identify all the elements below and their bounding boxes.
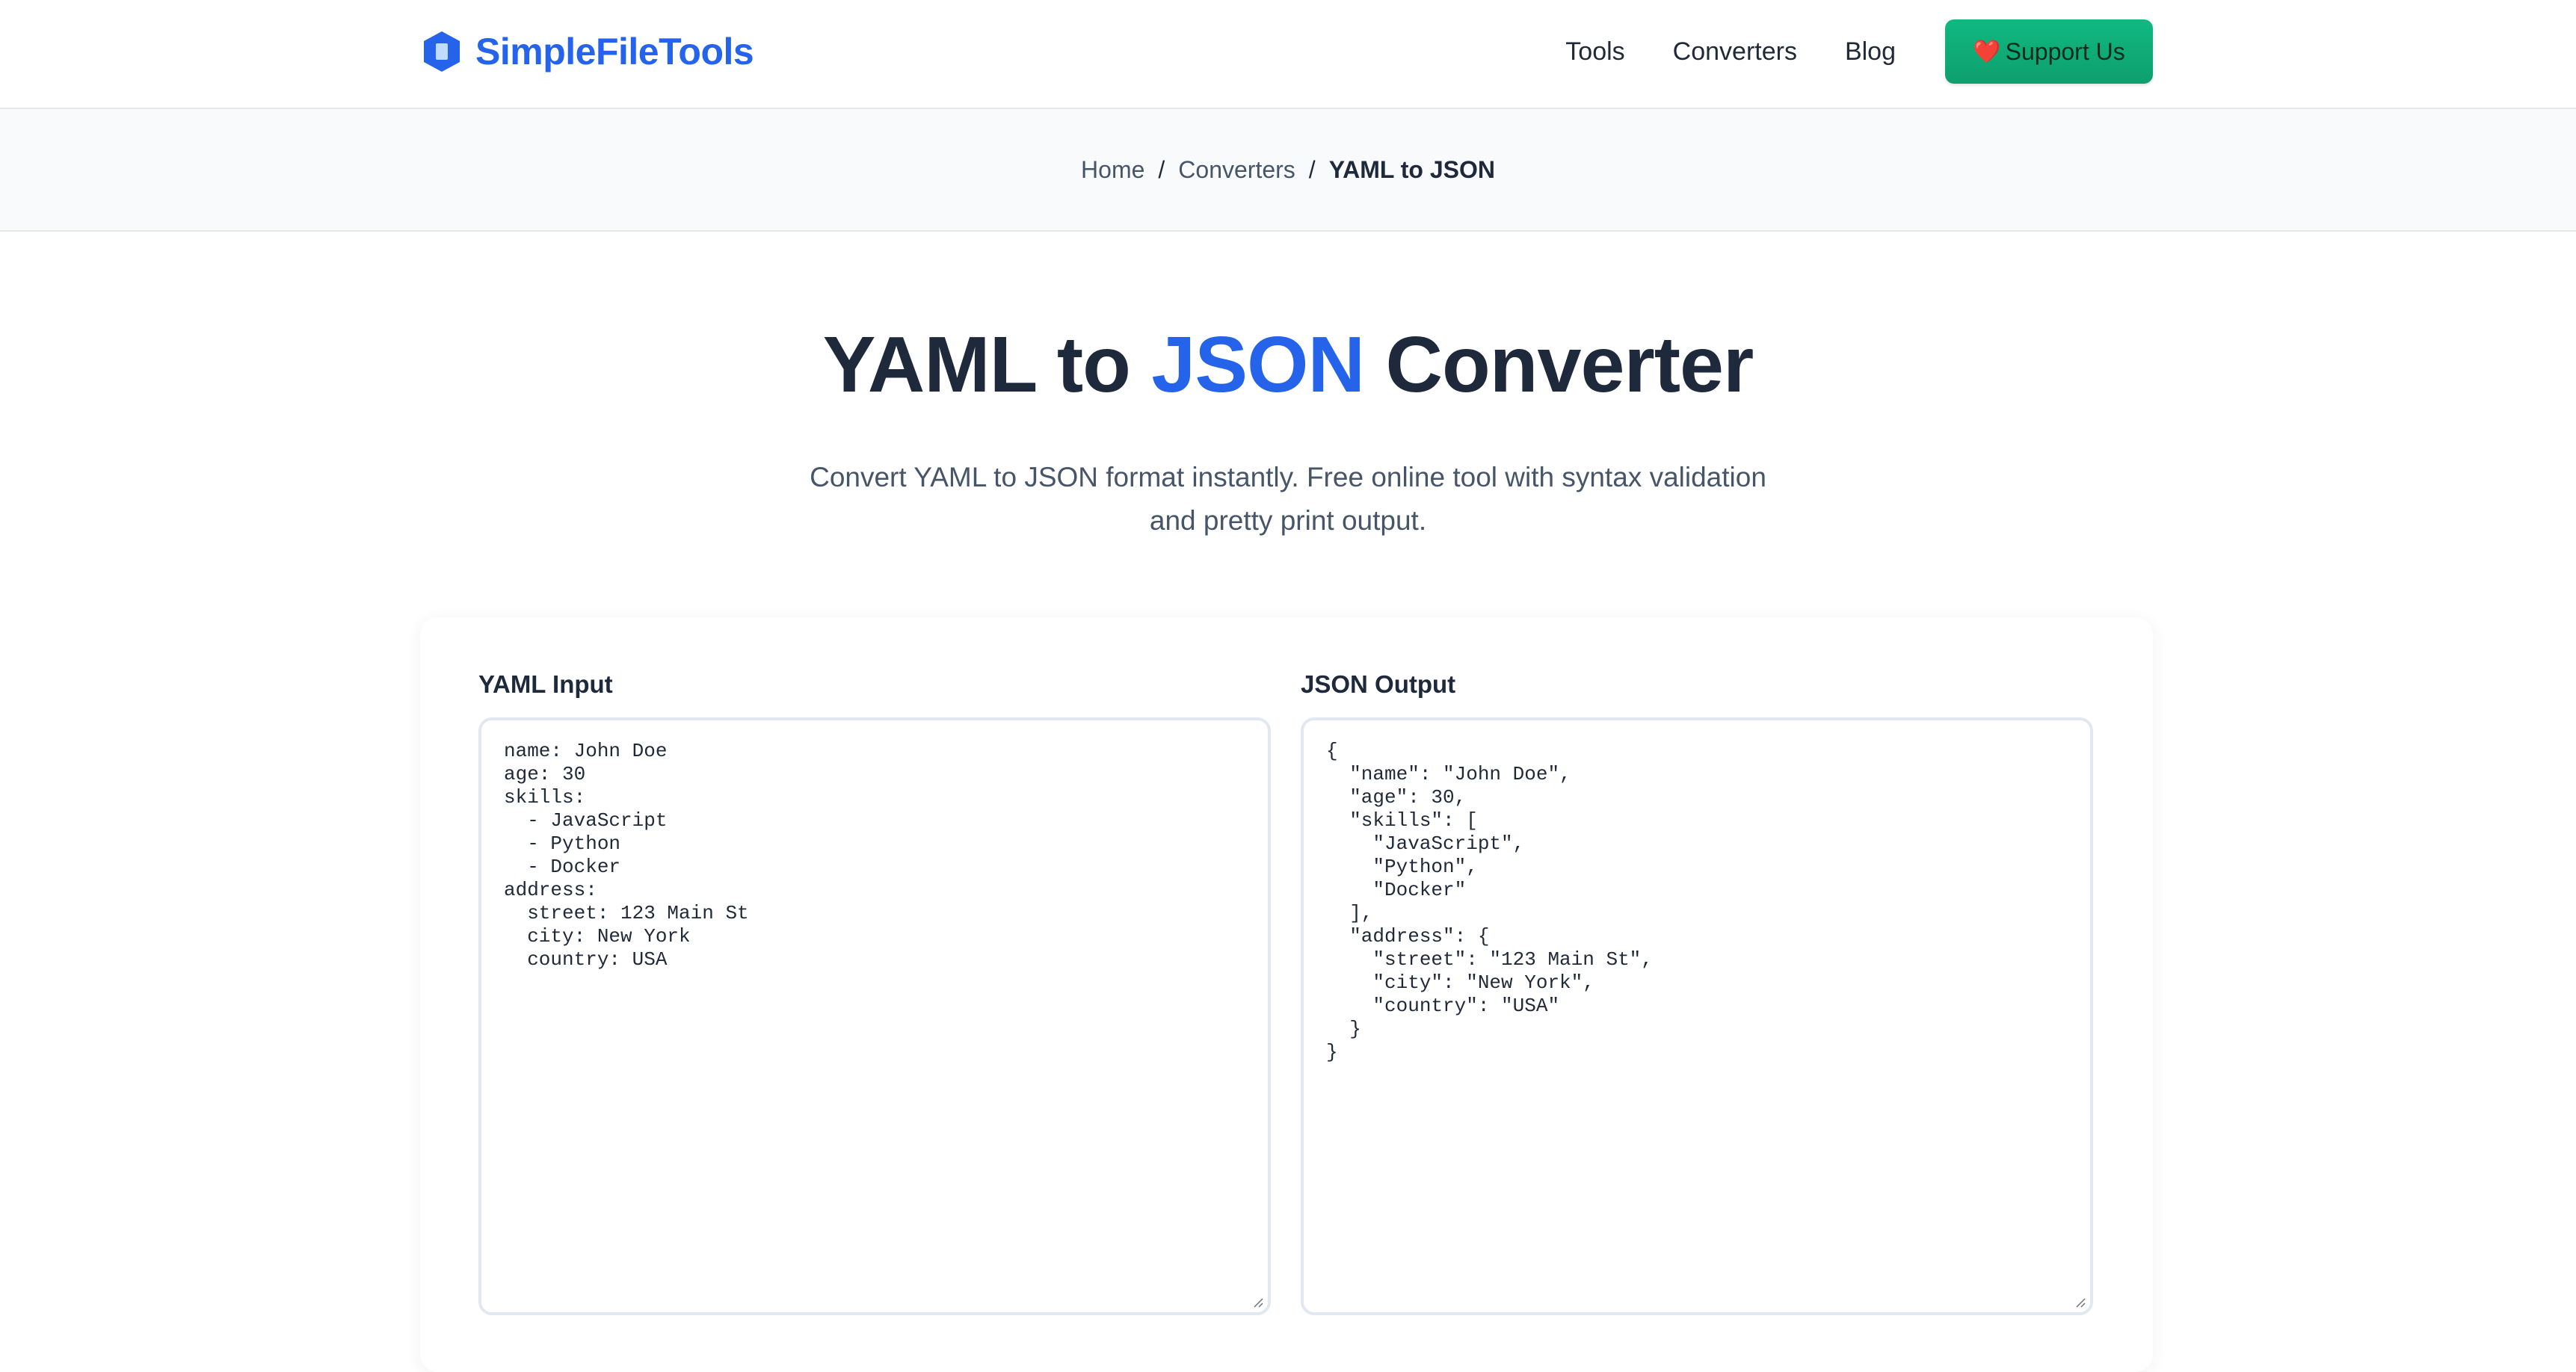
logo-text: SimpleFileTools xyxy=(475,31,754,72)
resize-handle-icon[interactable] xyxy=(1251,1296,1263,1308)
subtitle-line-2: and pretty print output. xyxy=(1149,505,1427,536)
nav-blog[interactable]: Blog xyxy=(1845,37,1896,67)
site-logo[interactable]: SimpleFileTools xyxy=(422,28,754,75)
page-subtitle: Convert YAML to JSON format instantly. F… xyxy=(765,456,1811,543)
json-output-pane: JSON Output { "name": "John Doe", "age":… xyxy=(1301,668,2093,1315)
breadcrumb-current: YAML to JSON xyxy=(1328,155,1495,183)
nav-converters[interactable]: Converters xyxy=(1673,37,1797,67)
title-part-2: Converter xyxy=(1364,321,1754,409)
breadcrumb: Home / Converters / YAML to JSON xyxy=(0,109,2576,232)
page-title: YAML to JSON Converter xyxy=(0,321,2576,409)
yaml-input-label: YAML Input xyxy=(478,670,613,698)
resize-handle-icon[interactable] xyxy=(2074,1296,2086,1308)
yaml-input-textarea[interactable]: name: John Doe age: 30 skills: - JavaScr… xyxy=(478,717,1271,1315)
main-nav: Tools Converters Blog ❤️ Support Us xyxy=(1565,19,2153,84)
subtitle-line-1: Convert YAML to JSON format instantly. F… xyxy=(810,462,1766,492)
breadcrumb-home[interactable]: Home xyxy=(1081,156,1144,184)
heart-icon: ❤️ xyxy=(1973,39,2001,64)
support-us-label: Support Us xyxy=(2005,37,2125,65)
breadcrumb-separator: / xyxy=(1308,155,1316,183)
breadcrumb-separator: / xyxy=(1158,155,1165,183)
json-output-textarea[interactable]: { "name": "John Doe", "age": 30, "skills… xyxy=(1301,717,2093,1315)
yaml-input-content[interactable]: name: John Doe age: 30 skills: - JavaScr… xyxy=(504,740,749,971)
support-us-button[interactable]: ❤️ Support Us xyxy=(1945,19,2153,84)
site-header: SimpleFileTools Tools Converters Blog ❤️… xyxy=(0,0,2576,109)
nav-tools[interactable]: Tools xyxy=(1565,37,1624,67)
title-accent: JSON xyxy=(1151,321,1365,409)
json-output-content[interactable]: { "name": "John Doe", "age": 30, "skills… xyxy=(1326,740,1653,1063)
breadcrumb-converters[interactable]: Converters xyxy=(1178,156,1295,184)
yaml-input-pane: YAML Input name: John Doe age: 30 skills… xyxy=(478,668,1271,1315)
title-part-1: YAML to xyxy=(822,321,1152,409)
hexagon-file-icon xyxy=(424,31,460,72)
json-output-label: JSON Output xyxy=(1301,670,1456,698)
converter-card: YAML Input name: John Doe age: 30 skills… xyxy=(420,617,2153,1372)
